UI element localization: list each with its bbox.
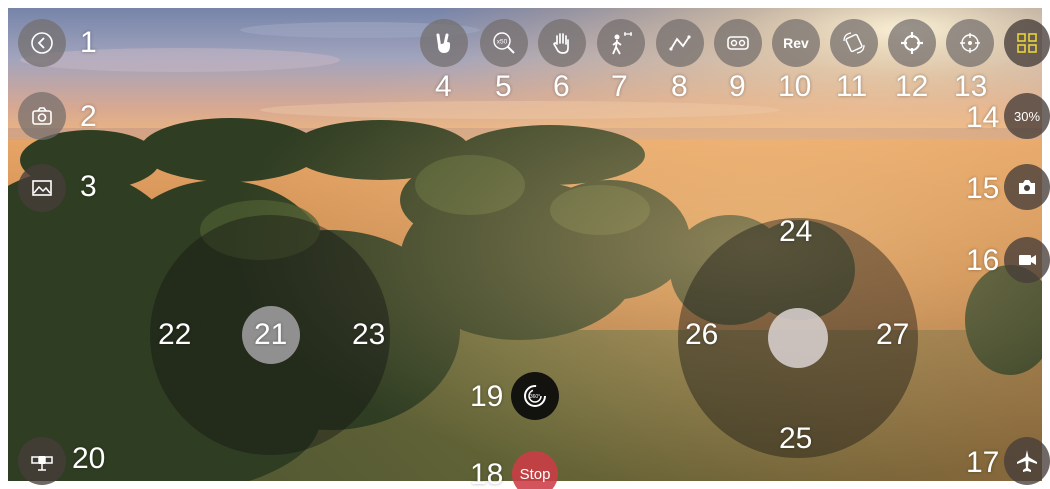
callout-18: 18 [470,458,504,489]
callout-25: 25 [779,422,813,455]
video-icon [1019,255,1036,265]
takeoff-land-button[interactable] [1004,437,1050,485]
camera-outline-icon [32,107,52,125]
take-photo-button[interactable] [1004,164,1050,210]
reverse-button[interactable]: Rev [772,19,820,67]
callout-22: 22 [158,318,192,351]
emergency-stop-button[interactable]: Stop [512,451,558,489]
callout-8: 8 [671,70,688,103]
panorama-label: 360° [530,394,540,400]
callout-2: 2 [80,100,97,133]
satellite-button[interactable] [18,437,66,485]
right-joystick-knob[interactable] [768,308,828,368]
vr-headset-icon [727,36,749,50]
gyro-calibrate-icon [960,33,980,53]
follow-me-icon [612,32,632,55]
callout-20: 20 [72,442,106,475]
callout-21: 21 [254,318,288,351]
gyro-calibrate-button[interactable] [946,19,994,67]
panorama-360-button[interactable]: 360° [511,372,559,420]
record-video-button[interactable] [1004,237,1050,283]
panorama-360-icon: 360° [524,385,546,407]
waypoint-route-icon [669,35,691,51]
callout-15: 15 [966,172,1000,205]
speed-button[interactable]: 30% [1004,93,1050,139]
grid-icon [1017,33,1037,53]
callout-26: 26 [685,318,719,351]
palm-hand-icon [553,33,569,54]
callout-12: 12 [895,70,929,103]
reverse-label: Rev [783,35,809,51]
callout-9: 9 [729,70,746,103]
waypoint-route-button[interactable] [656,19,704,67]
callout-11: 11 [836,70,868,103]
zoom-magnifier-icon: x50 [493,32,515,54]
gallery-button[interactable] [18,164,66,212]
callout-3: 3 [80,170,97,203]
callout-10: 10 [778,70,812,103]
screen-rotate-icon [843,32,865,54]
airplane-icon [1017,450,1037,472]
camera-icon [1019,180,1035,194]
speed-percent: 30% [1013,108,1041,124]
peace-gesture-icon [436,33,450,53]
callout-13: 13 [954,70,988,103]
follow-me-button[interactable] [597,19,645,67]
satellite-icon [31,456,53,471]
callout-17: 17 [966,446,1000,479]
flight-control-screen: x50 Rev 30% 360° Stop 1 2 3 4 5 6 7 8 9 … [0,0,1050,489]
rotate-button[interactable] [830,19,878,67]
callout-23: 23 [352,318,386,351]
grid-button[interactable] [1004,19,1050,67]
callout-6: 6 [553,70,570,103]
callout-4: 4 [435,70,452,103]
callout-1: 1 [80,26,97,59]
callout-19: 19 [470,380,504,413]
stop-label: Stop [519,465,551,483]
back-button[interactable] [18,19,66,67]
callout-14: 14 [966,101,1000,134]
zoom-button[interactable]: x50 [480,19,528,67]
callout-24: 24 [779,215,813,248]
callout-7: 7 [611,70,628,103]
zoom-level-text: x50 [497,39,508,46]
headless-mode-icon [901,32,923,54]
image-gallery-icon [32,180,52,196]
vr-mode-button[interactable] [714,19,762,67]
callout-27: 27 [876,318,910,351]
callout-5: 5 [495,70,512,103]
callout-16: 16 [966,244,1000,277]
photo-mode-button[interactable] [18,92,66,140]
gesture-button[interactable] [420,19,468,67]
back-chevron-icon [31,32,53,54]
headless-mode-button[interactable] [888,19,936,67]
palm-control-button[interactable] [538,19,586,67]
